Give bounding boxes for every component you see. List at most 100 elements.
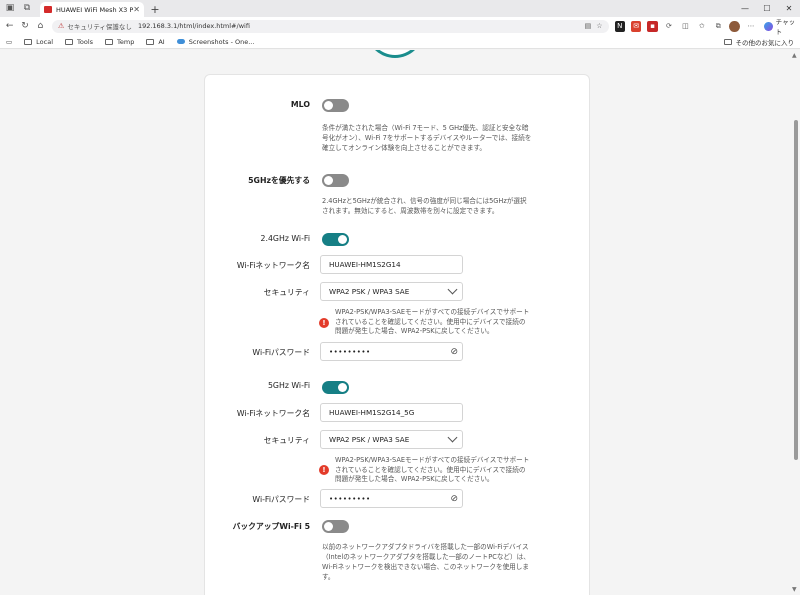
folder-icon <box>24 38 33 45</box>
browser-toolbar: ← ↻ ⌂ ⚠ セキュリティ保護なし 192.168.3.1/html/inde… <box>0 16 800 36</box>
band-5-label: 5GHz Wi-Fi <box>267 381 310 390</box>
toggle-knob <box>324 176 333 185</box>
copilot-icon <box>764 21 773 31</box>
band-5-security-label: セキュリティ <box>263 436 310 445</box>
band-5-password-input[interactable]: ••••••••• ⊘ <box>320 489 463 508</box>
folder-icon <box>723 38 732 45</box>
extension-refresh-icon[interactable]: ⟳ <box>664 21 674 32</box>
refresh-button[interactable]: ↻ <box>19 20 30 32</box>
collections-icon[interactable]: ⧉ <box>713 21 723 32</box>
page-scrollbar[interactable]: ▲ ▼ <box>791 50 800 595</box>
onedrive-icon <box>176 39 185 44</box>
minimize-button[interactable]: — <box>734 0 756 17</box>
router-logo <box>366 50 424 58</box>
tab-title: HUAWEI WiFi Mesh X3 Pro <box>56 5 134 14</box>
password-mask: ••••••••• <box>329 494 371 503</box>
warning-icon: ! <box>319 465 329 475</box>
mlo-description: 条件が満たされた場合（Wi-Fi 7モード、5 GHz優先、認証と安全な暗号化が… <box>322 124 532 152</box>
tab-actions-icon[interactable]: ⧉ <box>20 1 34 15</box>
reader-icon[interactable]: ▤ <box>585 22 592 30</box>
bookmark-ai[interactable]: AI <box>146 37 165 46</box>
bookmark-label: Local <box>36 37 54 46</box>
hide-password-icon[interactable]: ⊘ <box>450 494 458 504</box>
folder-icon <box>65 38 74 45</box>
address-bar[interactable]: ⚠ セキュリティ保護なし 192.168.3.1/html/index.html… <box>52 19 609 33</box>
security-value: WPA2 PSK / WPA3 SAE <box>329 287 410 296</box>
band-24-security-label: セキュリティ <box>263 288 310 297</box>
toggle-knob <box>324 101 333 110</box>
extension-mail-icon[interactable]: ✉ <box>630 20 642 32</box>
band-24-toggle[interactable] <box>322 233 349 246</box>
url-text[interactable]: 192.168.3.1/html/index.html#/wifi <box>138 22 580 30</box>
band-24-security-warning: WPA2-PSK/WPA3-SAEモードがすべての接続デバイスでサポートされてい… <box>335 308 530 335</box>
band-24-security-select[interactable]: WPA2 PSK / WPA3 SAE <box>320 282 463 301</box>
bookmark-screenshots[interactable]: Screenshots - One... <box>176 37 255 46</box>
security-status[interactable]: セキュリティ保護なし <box>67 21 132 31</box>
bookmarks-bar: ▭ Local Tools Temp AI Screenshots - One.… <box>0 35 800 49</box>
copilot-chat-button[interactable]: チャット <box>764 16 800 36</box>
band-5-security-warning: WPA2-PSK/WPA3-SAEモードがすべての接続デバイスでサポートされてい… <box>335 456 530 483</box>
ssid-value: HUAWEI-HM1S2G14 <box>329 260 401 269</box>
extension-n-icon[interactable]: N <box>614 20 625 32</box>
security-value: WPA2 PSK / WPA3 SAE <box>329 435 410 444</box>
chevron-down-icon <box>447 284 458 295</box>
avatar[interactable] <box>729 20 740 32</box>
band-24-password-label: Wi-Fiパスワード <box>252 348 310 357</box>
backup-wifi5-toggle[interactable] <box>322 520 349 533</box>
favorite-star-icon[interactable]: ☆ <box>596 22 602 30</box>
backup-wifi5-label: バックアップWi-Fi 5 <box>232 522 310 531</box>
other-favorites[interactable]: その他のお気に入り <box>723 37 795 47</box>
band-24-ssid-label: Wi-Fiネットワーク名 <box>236 261 310 270</box>
band-5-toggle[interactable] <box>322 381 349 394</box>
band-5-ssid-input[interactable]: HUAWEI-HM1S2G14_5G <box>320 403 463 422</box>
prefer-5g-toggle[interactable] <box>322 174 349 187</box>
band-24-password-input[interactable]: ••••••••• ⊘ <box>320 342 463 361</box>
page-content: MLO 条件が満たされた場合（Wi-Fi 7モード、5 GHz優先、認証と安全な… <box>0 50 791 595</box>
huawei-favicon <box>44 6 52 13</box>
new-tab-button[interactable]: + <box>148 2 162 16</box>
bookmark-local[interactable]: Local <box>24 38 53 46</box>
bookmarks-menu-icon[interactable]: ▭ <box>6 38 12 46</box>
bookmark-temp[interactable]: Temp <box>105 38 134 46</box>
mlo-toggle[interactable] <box>322 99 349 112</box>
more-menu-icon[interactable]: ⋯ <box>746 21 756 32</box>
prefer-5g-description: 2.4GHzと5GHzが統合され、信号の強度が同じ場合には5GHzが選択されます… <box>322 197 527 215</box>
browser-tab[interactable]: HUAWEI WiFi Mesh X3 Pro ✕ <box>40 2 144 17</box>
not-secure-icon[interactable]: ⚠ <box>58 22 64 30</box>
title-bar: ▣ ⧉ HUAWEI WiFi Mesh X3 Pro ✕ + — ☐ ✕ <box>0 0 800 17</box>
back-button[interactable]: ← <box>4 20 15 32</box>
band-5-security-select[interactable]: WPA2 PSK / WPA3 SAE <box>320 430 463 449</box>
tab-close-icon[interactable]: ✕ <box>133 5 140 14</box>
chevron-down-icon <box>447 432 458 443</box>
bookmark-label: AI <box>158 37 165 46</box>
ssid-value: HUAWEI-HM1S2G14_5G <box>329 408 415 417</box>
prefer-5g-label: 5GHzを優先する <box>248 176 310 185</box>
band-24-ssid-input[interactable]: HUAWEI-HM1S2G14 <box>320 255 463 274</box>
band-24-label: 2.4GHz Wi-Fi <box>260 234 310 243</box>
folder-icon <box>146 38 155 45</box>
warning-icon: ! <box>319 318 329 328</box>
split-screen-icon[interactable]: ◫ <box>680 21 690 32</box>
toggle-knob <box>338 235 347 244</box>
backup-wifi5-description: 以前のネットワークアダプタドライバを搭載した一部のWi-Fiデバイス（Intel… <box>322 543 530 581</box>
extension-red-icon[interactable]: ▪ <box>647 20 658 32</box>
mlo-label: MLO <box>290 100 310 109</box>
close-window-button[interactable]: ✕ <box>778 0 800 17</box>
bookmark-label: Screenshots - One... <box>188 37 255 46</box>
home-button[interactable]: ⌂ <box>35 20 46 32</box>
workspaces-icon[interactable]: ▣ <box>3 1 17 15</box>
bookmark-tools[interactable]: Tools <box>65 38 93 46</box>
hide-password-icon[interactable]: ⊘ <box>450 347 458 357</box>
window-controls: — ☐ ✕ <box>734 0 800 17</box>
favorites-icon[interactable]: ✩ <box>697 21 707 32</box>
toggle-knob <box>324 522 333 531</box>
toggle-knob <box>338 383 347 392</box>
other-favorites-label: その他のお気に入り <box>735 38 795 47</box>
scroll-up-icon[interactable]: ▲ <box>792 52 797 59</box>
scroll-down-icon[interactable]: ▼ <box>792 586 797 593</box>
bookmark-label: Temp <box>117 37 135 46</box>
maximize-button[interactable]: ☐ <box>756 0 778 17</box>
scrollbar-thumb[interactable] <box>794 120 798 460</box>
band-5-password-label: Wi-Fiパスワード <box>252 495 310 504</box>
chat-label: チャット <box>775 18 796 36</box>
